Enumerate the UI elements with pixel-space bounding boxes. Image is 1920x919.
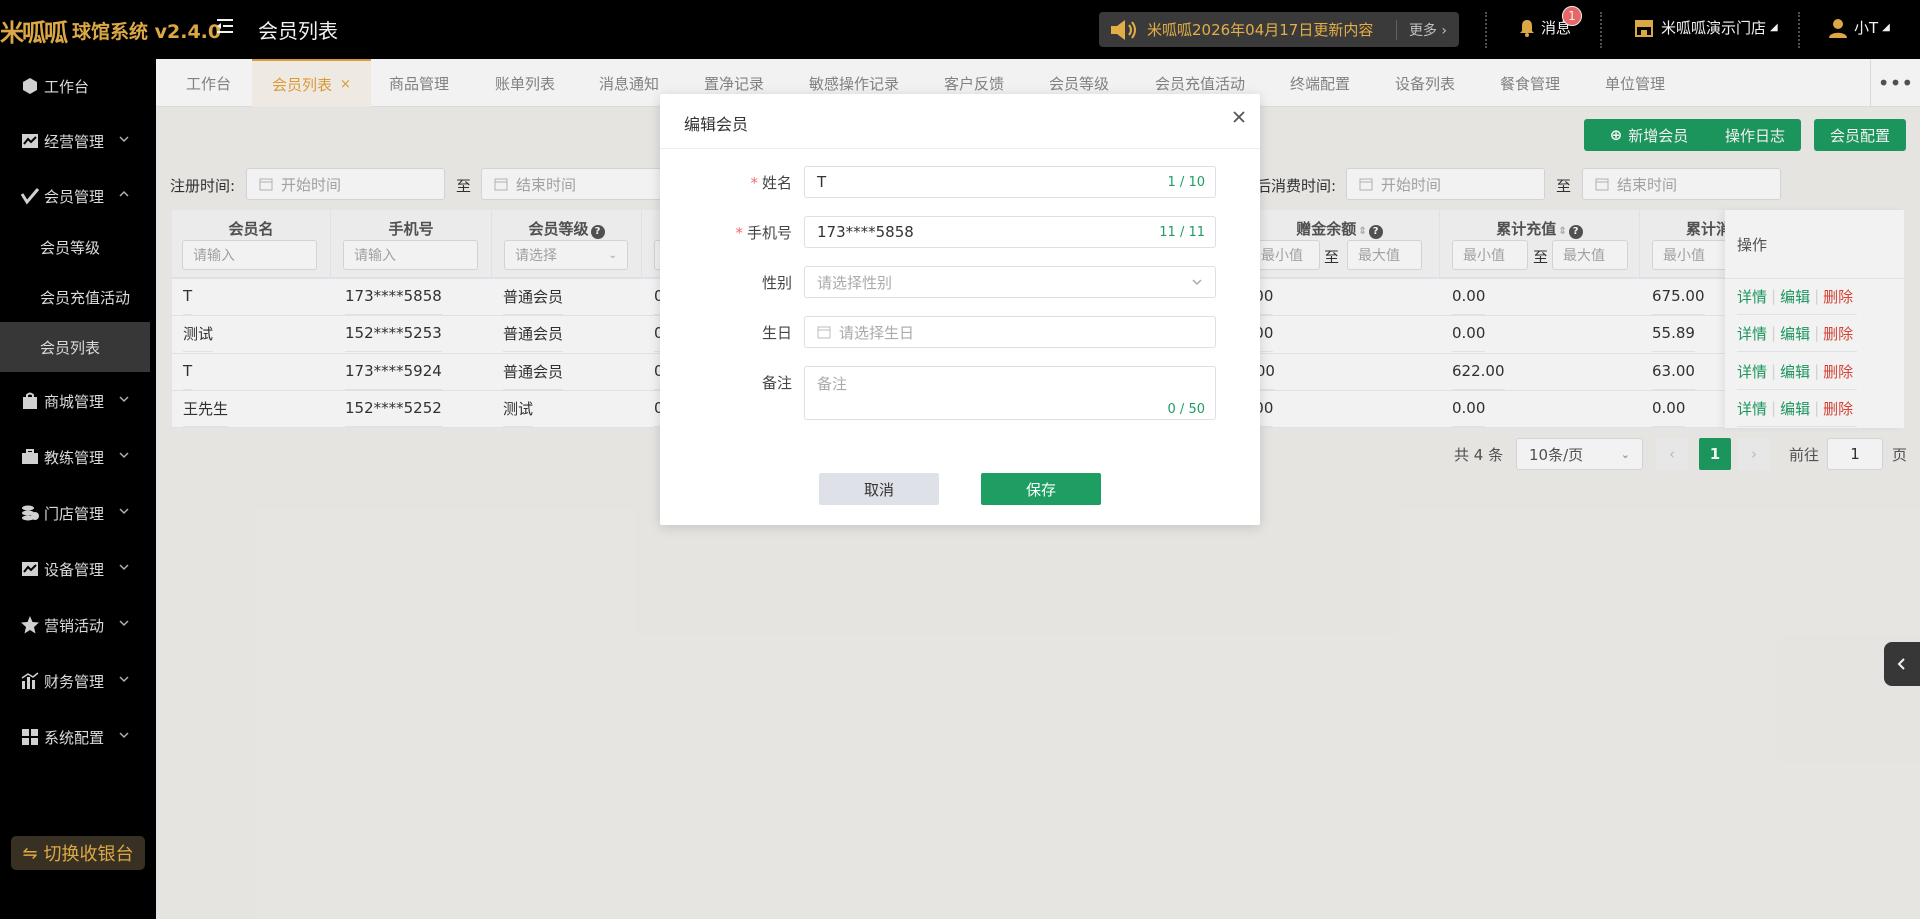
phone-field[interactable]: 173****5858 11 / 11 [804, 216, 1216, 248]
edit-member-dialog: 编辑会员 * 姓名 T 1 / 10 * 手机号 173****5858 11 / … [660, 94, 1260, 525]
name-label: * 姓名 [750, 174, 792, 192]
close-icon[interactable] [1232, 110, 1246, 124]
dialog-divider [660, 148, 1260, 149]
phone-label: * 手机号 [735, 224, 792, 242]
phone-char-count: 11 / 11 [1159, 224, 1205, 240]
cancel-button[interactable]: 取消 [819, 473, 939, 505]
dialog-title: 编辑会员 [684, 115, 749, 134]
save-button[interactable]: 保存 [981, 473, 1101, 505]
chevron-down-icon [1192, 279, 1202, 286]
gender-select[interactable]: 请选择性别 [804, 266, 1216, 298]
birthday-label: 生日 [761, 324, 792, 342]
gender-label: 性别 [761, 274, 792, 292]
remark-char-count: 0 / 50 [1167, 402, 1205, 417]
birthday-picker[interactable]: 请选择生日 [804, 316, 1216, 348]
name-field[interactable]: T 1 / 10 [804, 166, 1216, 198]
name-char-count: 1 / 10 [1167, 174, 1205, 190]
remark-textarea[interactable]: 备注 0 / 50 [804, 366, 1216, 420]
calendar-icon [817, 326, 831, 339]
remark-label: 备注 [761, 374, 792, 392]
